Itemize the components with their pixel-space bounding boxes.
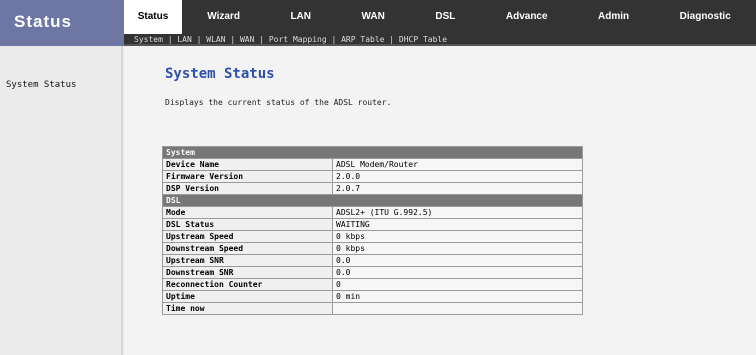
reconnection-counter-label: Reconnection Counter — [162, 278, 333, 291]
mode-label: Mode — [162, 206, 333, 219]
device-name-label: Device Name — [162, 158, 333, 171]
upstream-snr-value: 0.0 — [332, 254, 583, 267]
firmware-value: 2.0.0 — [332, 170, 583, 183]
table-row: DSP Version 2.0.7 — [162, 182, 583, 195]
sidebar-divider — [121, 46, 123, 355]
page-title: System Status — [165, 66, 275, 82]
tab-diagnostic[interactable]: Diagnostic — [654, 0, 756, 34]
section-system: System — [162, 146, 583, 159]
table-row: Firmware Version 2.0.0 — [162, 170, 583, 183]
firmware-label: Firmware Version — [162, 170, 333, 183]
device-name-value: ADSL Modem/Router — [332, 158, 583, 171]
table-row: Downstream Speed 0 kbps — [162, 242, 583, 255]
reconnection-counter-value: 0 — [332, 278, 583, 291]
sidebar-item-system-status[interactable]: System Status — [6, 80, 76, 90]
downstream-snr-value: 0.0 — [332, 266, 583, 279]
uptime-label: Uptime — [162, 290, 333, 303]
table-row: DSL Status WAITING — [162, 218, 583, 231]
status-table: System Device Name ADSL Modem/Router Firm… — [162, 146, 583, 315]
tab-wan[interactable]: WAN — [336, 0, 410, 34]
upstream-snr-label: Upstream SNR — [162, 254, 333, 267]
top-navigation: Status Wizard LAN WAN DSL Advance Admin … — [124, 0, 756, 34]
dsl-status-label: DSL Status — [162, 218, 333, 231]
table-row: Downstream SNR 0.0 — [162, 266, 583, 279]
table-row: Device Name ADSL Modem/Router — [162, 158, 583, 171]
time-now-label: Time now — [162, 302, 333, 315]
sidebar: System Status — [0, 46, 124, 355]
dsl-status-value: WAITING — [332, 218, 583, 231]
sub-navigation: System | LAN | WLAN | WAN | Port Mapping… — [124, 34, 756, 46]
table-section-header: System — [162, 146, 583, 159]
table-row: Upstream SNR 0.0 — [162, 254, 583, 267]
table-row: Upstream Speed 0 kbps — [162, 230, 583, 243]
tab-admin[interactable]: Admin — [573, 0, 655, 34]
time-now-value — [332, 302, 583, 315]
table-row: Time now — [162, 302, 583, 315]
mode-value: ADSL2+ (ITU G.992.5) — [332, 206, 583, 219]
downstream-snr-label: Downstream SNR — [162, 266, 333, 279]
tab-dsl[interactable]: DSL — [410, 0, 481, 34]
dsp-version-label: DSP Version — [162, 182, 333, 195]
status-logo: Status — [0, 0, 124, 46]
tab-wizard[interactable]: Wizard — [182, 0, 265, 34]
dsp-version-value: 2.0.7 — [332, 182, 583, 195]
tab-advance[interactable]: Advance — [481, 0, 573, 34]
downstream-speed-value: 0 kbps — [332, 242, 583, 255]
upstream-speed-label: Upstream Speed — [162, 230, 333, 243]
tab-status[interactable]: Status — [124, 0, 182, 34]
table-row: Reconnection Counter 0 — [162, 278, 583, 291]
table-row: Uptime 0 min — [162, 290, 583, 303]
tab-lan[interactable]: LAN — [265, 0, 336, 34]
uptime-value: 0 min — [332, 290, 583, 303]
upstream-speed-value: 0 kbps — [332, 230, 583, 243]
main-content: System Status Displays the current statu… — [124, 46, 756, 355]
page-description: Displays the current status of the ADSL … — [165, 98, 392, 107]
table-section-header: DSL — [162, 194, 583, 207]
table-row: Mode ADSL2+ (ITU G.992.5) — [162, 206, 583, 219]
downstream-speed-label: Downstream Speed — [162, 242, 333, 255]
section-dsl: DSL — [162, 194, 583, 207]
